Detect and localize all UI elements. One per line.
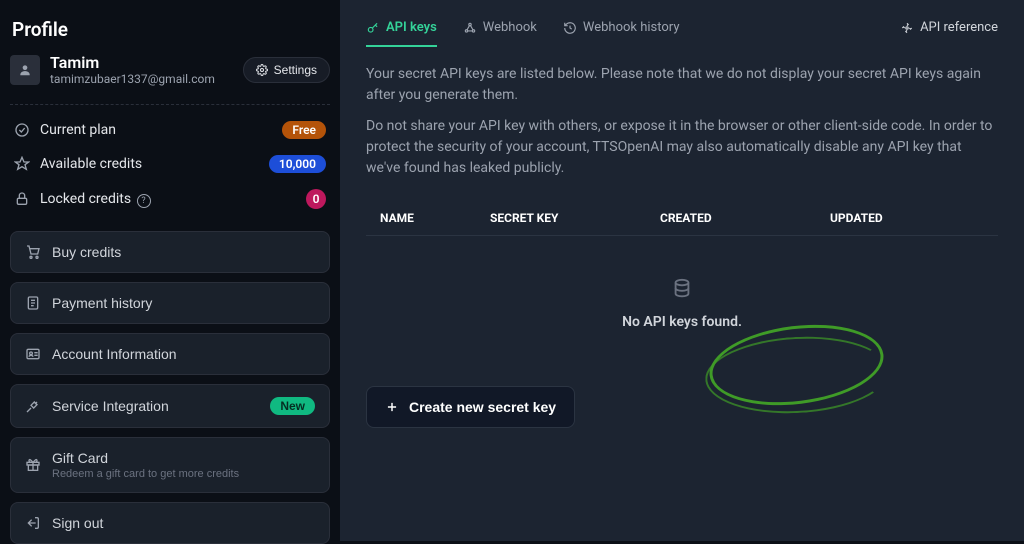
user-row: Tamim tamimzubaer1337@gmail.com Settings xyxy=(10,53,330,86)
th-updated: UPDATED xyxy=(830,211,980,225)
divider xyxy=(10,104,330,105)
tab-webhook[interactable]: Webhook xyxy=(463,20,537,47)
tab-api-keys[interactable]: API keys xyxy=(366,20,437,47)
payment-history-button[interactable]: Payment history xyxy=(10,282,330,324)
payment-history-label: Payment history xyxy=(52,295,315,311)
gear-icon xyxy=(256,64,268,76)
empty-text: No API keys found. xyxy=(366,314,998,330)
webhook-icon xyxy=(463,21,477,35)
tab-webhook-label: Webhook xyxy=(483,20,537,35)
lock-icon xyxy=(14,191,30,207)
plan-badge: Free xyxy=(282,121,326,139)
credits-badge: 10,000 xyxy=(269,155,326,173)
info-available-credits: Available credits 10,000 xyxy=(10,147,330,181)
gift-icon xyxy=(25,457,41,473)
locked-badge: 0 xyxy=(306,189,326,209)
empty-state: No API keys found. xyxy=(366,278,998,330)
user-icon xyxy=(18,63,32,77)
empty-icon xyxy=(671,278,693,300)
help-icon[interactable]: ? xyxy=(137,194,151,208)
settings-button[interactable]: Settings xyxy=(243,57,330,83)
buy-credits-label: Buy credits xyxy=(52,244,315,260)
main: API keys Webhook Webhook history API ref… xyxy=(340,0,1024,541)
check-circle-icon xyxy=(14,122,30,138)
create-secret-key-label: Create new secret key xyxy=(409,399,556,415)
star-icon xyxy=(14,156,30,172)
api-reference-label: API reference xyxy=(920,20,998,35)
service-integration-button[interactable]: Service Integration New xyxy=(10,384,330,428)
api-reference-link[interactable]: API reference xyxy=(900,20,998,47)
history-icon xyxy=(563,21,577,35)
account-info-button[interactable]: Account Information xyxy=(10,333,330,375)
create-secret-key-button[interactable]: Create new secret key xyxy=(366,386,575,428)
avatar xyxy=(10,55,40,85)
gift-card-sub: Redeem a gift card to get more credits xyxy=(52,468,315,480)
info-locked-credits: Locked credits ? 0 xyxy=(10,181,330,217)
th-created: CREATED xyxy=(660,211,830,225)
current-plan-label: Current plan xyxy=(40,122,272,138)
sidebar: Profile Tamim tamimzubaer1337@gmail.com … xyxy=(0,0,340,541)
tab-api-keys-label: API keys xyxy=(386,20,437,35)
tab-webhook-history-label: Webhook history xyxy=(583,20,680,35)
gift-card-button[interactable]: Gift Card Redeem a gift card to get more… xyxy=(10,437,330,493)
available-credits-label: Available credits xyxy=(40,156,259,172)
user-name: Tamim xyxy=(50,53,233,72)
settings-label: Settings xyxy=(274,63,317,77)
sign-out-label: Sign out xyxy=(52,515,315,531)
sign-out-icon xyxy=(25,515,41,531)
info-current-plan: Current plan Free xyxy=(10,113,330,147)
tab-webhook-history[interactable]: Webhook history xyxy=(563,20,680,47)
description-2: Do not share your API key with others, o… xyxy=(366,116,998,179)
user-info: Tamim tamimzubaer1337@gmail.com xyxy=(50,53,233,86)
description-1: Your secret API keys are listed below. P… xyxy=(366,64,998,106)
buy-credits-button[interactable]: Buy credits xyxy=(10,231,330,273)
cart-icon xyxy=(25,244,41,260)
gift-card-label: Gift Card Redeem a gift card to get more… xyxy=(52,450,315,480)
new-badge: New xyxy=(270,397,315,415)
th-secret: SECRET KEY xyxy=(490,211,660,225)
table-header: NAME SECRET KEY CREATED UPDATED xyxy=(366,201,998,236)
receipt-icon xyxy=(25,295,41,311)
reference-icon xyxy=(900,21,914,35)
plus-icon xyxy=(385,400,399,414)
tabs: API keys Webhook Webhook history API ref… xyxy=(366,20,998,48)
user-email: tamimzubaer1337@gmail.com xyxy=(50,72,233,86)
id-card-icon xyxy=(25,346,41,362)
plug-icon xyxy=(25,398,41,414)
page-title: Profile xyxy=(10,18,330,41)
locked-credits-label: Locked credits ? xyxy=(40,191,296,208)
th-name: NAME xyxy=(380,211,490,225)
account-info-label: Account Information xyxy=(52,346,315,362)
service-integration-label: Service Integration xyxy=(52,398,259,414)
key-icon xyxy=(366,21,380,35)
sign-out-button[interactable]: Sign out xyxy=(10,502,330,544)
